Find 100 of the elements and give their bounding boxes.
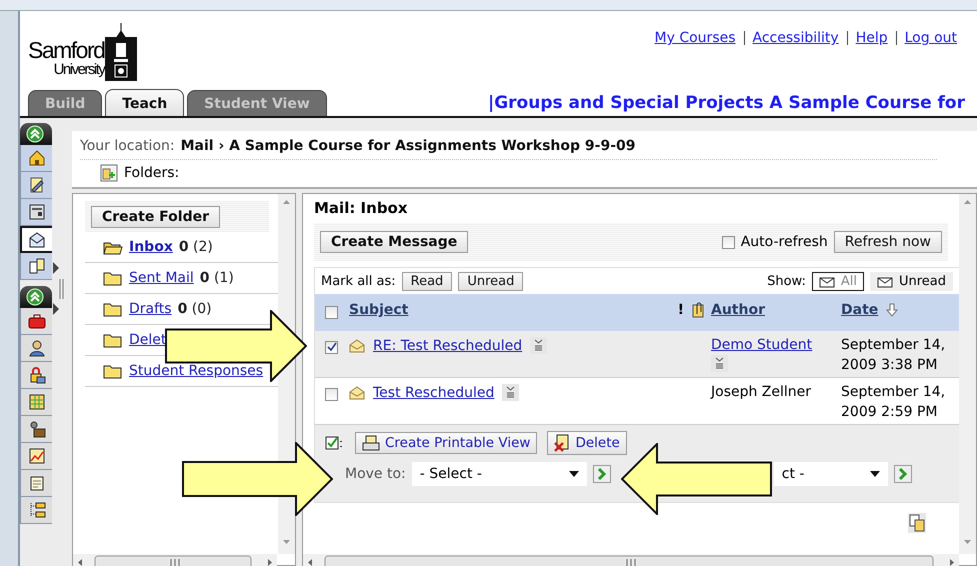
message-subject-link[interactable]: RE: Test Rescheduled <box>373 338 522 354</box>
filter-toggle[interactable]: All <box>812 272 864 290</box>
grid-icon <box>28 393 46 411</box>
folder-link[interactable]: Student Responses <box>129 363 264 379</box>
nav-link[interactable]: My Courses <box>646 31 744 45</box>
refresh-button[interactable]: Refresh now <box>834 231 942 253</box>
lock-icon <box>28 366 46 384</box>
auto-refresh-checkbox[interactable] <box>722 236 735 248</box>
expand-summary-icon[interactable] <box>530 337 548 354</box>
splitter-handle-drawing[interactable] <box>52 261 64 317</box>
note-icon <box>28 474 46 492</box>
folder-pane-icon[interactable] <box>100 164 118 182</box>
tool-menu-item[interactable] <box>20 443 52 470</box>
folder-link[interactable]: Sent Mail <box>129 270 194 286</box>
caret-icon <box>568 471 579 477</box>
filter-toggle[interactable]: Unread <box>870 272 953 290</box>
tool-menu-item[interactable] <box>20 497 52 524</box>
open-folder-icon <box>103 240 123 254</box>
tool-menu-item[interactable] <box>20 308 52 335</box>
tool-menu-item[interactable] <box>20 199 52 226</box>
go-button[interactable] <box>592 465 611 483</box>
tower-icon <box>104 23 138 81</box>
printable-view-button[interactable]: Create Printable View <box>355 432 538 454</box>
folder-icon <box>103 364 123 378</box>
row-checkbox[interactable] <box>325 388 338 401</box>
author-name: Joseph Zellner <box>711 384 812 400</box>
show-label: Show: <box>767 274 806 288</box>
sort-descending-icon[interactable] <box>886 303 898 317</box>
tool-menu-item[interactable] <box>20 416 52 443</box>
toolbox-icon <box>28 312 46 330</box>
tool-menu-item[interactable] <box>20 389 52 416</box>
go-button[interactable] <box>894 465 912 483</box>
copy-icon[interactable] <box>908 513 926 533</box>
tool-menu-item[interactable] <box>20 172 52 199</box>
course-title: |Groups and Special Projects A Sample Course for <box>488 92 965 112</box>
paperclip-icon <box>692 302 705 318</box>
calendar-icon <box>28 203 46 221</box>
message-count: 0 (0) <box>178 301 212 317</box>
envelope-icon <box>349 338 365 352</box>
envelope-icon <box>349 386 365 400</box>
collapse-icon[interactable] <box>25 124 45 144</box>
vertical-scrollbar[interactable] <box>959 194 976 554</box>
select-dropdown[interactable]: - Select - <box>412 462 587 486</box>
horizontal-scrollbar[interactable] <box>303 554 959 566</box>
page-heading: Mail: Inbox <box>314 199 409 219</box>
expand-summary-icon[interactable] <box>502 384 520 401</box>
nav-link[interactable]: Accessibility <box>744 31 847 45</box>
checked-items-icon <box>325 435 345 451</box>
logo-subtitle: University <box>54 62 104 77</box>
breadcrumb-path: Mail › A Sample Course for Assignments Workshop 9-9-09 <box>180 138 636 154</box>
delete-button[interactable]: Delete <box>547 431 627 455</box>
tree-icon <box>28 501 46 519</box>
tool-menu-item[interactable] <box>20 335 52 362</box>
nav-link[interactable]: Log out <box>896 31 965 45</box>
caret-icon <box>870 471 880 477</box>
tool-menu-item[interactable] <box>20 253 52 280</box>
author-link[interactable]: Demo Student <box>711 337 812 353</box>
message-subject-link[interactable]: Test Rescheduled <box>373 384 494 400</box>
select-all-checkbox[interactable] <box>325 306 338 319</box>
message-date: September 14, 2009 2:59 PM <box>841 383 946 422</box>
collapse-icon[interactable] <box>25 287 45 307</box>
printer-icon <box>362 435 380 451</box>
column-header[interactable]: Date <box>841 302 878 318</box>
mark-button[interactable]: Read <box>402 272 452 290</box>
message-count: 0 (2) <box>178 239 213 255</box>
chart-icon <box>28 447 46 465</box>
column-header[interactable]: Subject <box>349 302 673 318</box>
expand-summary-icon[interactable] <box>711 355 728 372</box>
folder-icon <box>103 332 123 348</box>
priority-column-header: ! <box>678 302 684 318</box>
checkbox-label: Auto-refresh <box>740 234 828 250</box>
folder-link[interactable]: Inbox <box>129 239 173 255</box>
folder-link[interactable]: Drafts <box>129 301 172 317</box>
mail-icon <box>28 230 46 248</box>
create-message-button[interactable]: Create Message <box>320 231 468 253</box>
nav-link[interactable]: Help <box>846 31 896 45</box>
tool-menu-item[interactable] <box>20 470 52 497</box>
row-checkbox[interactable] <box>325 341 338 354</box>
message-date: September 14, 2009 3:38 PM <box>841 336 946 375</box>
create-folder-button[interactable]: Create Folder <box>91 206 220 228</box>
logo-name: Samford <box>28 39 104 62</box>
column-header[interactable]: Author <box>711 302 841 318</box>
move-to-label: Move to: <box>345 466 406 482</box>
folders-label: Folders: <box>124 165 180 181</box>
book-icon <box>28 257 46 275</box>
horizontal-scrollbar[interactable] <box>73 554 277 566</box>
tab[interactable]: Teach <box>105 89 184 116</box>
folder-link[interactable]: Delet <box>129 332 166 348</box>
select-dropdown[interactable]: ct - <box>774 462 888 486</box>
folder-icon <box>103 302 123 316</box>
message-count: 0 (1) <box>200 270 234 286</box>
location-label: Your location: <box>80 138 175 154</box>
mark-all-label: Mark all as: <box>321 274 396 288</box>
home-icon <box>28 149 46 167</box>
tool-menu-item[interactable] <box>20 362 52 389</box>
tool-menu-item[interactable] <box>20 226 52 253</box>
folder-icon <box>103 270 123 286</box>
mark-button[interactable]: Unread <box>458 272 524 290</box>
delete-icon <box>554 434 570 452</box>
person-icon <box>28 339 46 357</box>
